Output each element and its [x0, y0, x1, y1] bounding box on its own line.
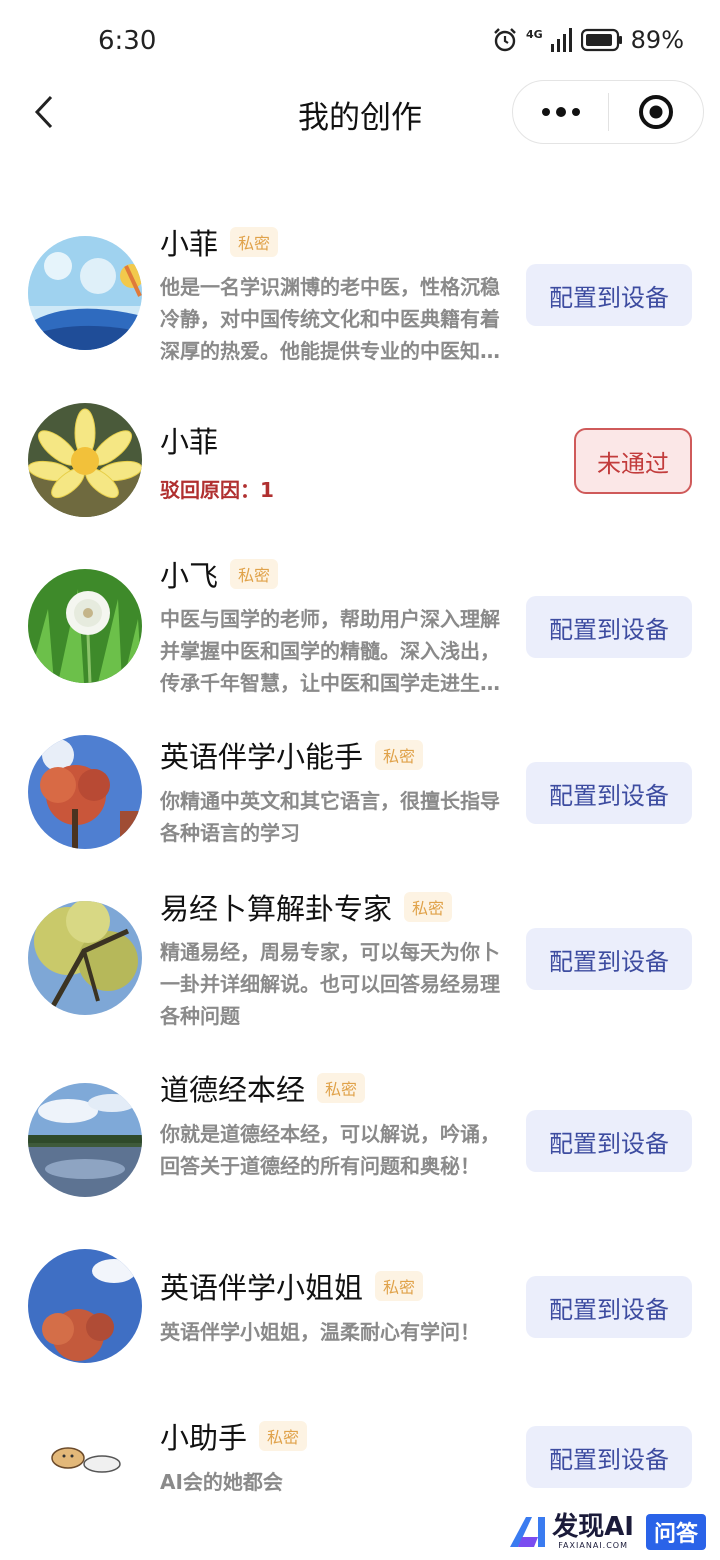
name-row: 英语伴学小能手 私密	[160, 733, 424, 777]
sky-tree-avatar	[28, 1249, 142, 1363]
lake-avatar	[28, 1083, 142, 1197]
nav-bar: 我的创作	[0, 80, 720, 144]
battery-percent: 89%	[630, 26, 684, 54]
config-to-device-button[interactable]: 配置到设备	[526, 762, 692, 824]
private-badge: 私密	[230, 559, 279, 589]
target-close-icon	[639, 95, 673, 129]
ai-logo-icon	[510, 1516, 546, 1547]
watermark-logo: 发现AI FAXIANAI.COM	[508, 1513, 634, 1550]
status-bar: 6:30 4G 89%	[0, 0, 720, 84]
red-tree-avatar	[28, 735, 142, 849]
more-dots-icon	[541, 107, 580, 117]
private-badge: 私密	[404, 892, 453, 922]
watermark-tag: 问答	[645, 1513, 706, 1550]
item-name: 小菲	[160, 227, 219, 261]
mini-program-capsule	[512, 80, 704, 144]
item-name: 小菲	[160, 425, 219, 459]
network-label: 4G	[525, 28, 543, 41]
item-name: 易经卜算解卦专家	[160, 892, 393, 926]
private-badge: 私密	[375, 740, 424, 770]
battery-icon	[580, 28, 623, 52]
alarm-icon	[492, 27, 518, 53]
config-to-device-button[interactable]: 配置到设备	[526, 1426, 692, 1488]
dandelion-avatar	[28, 569, 142, 683]
item-description: 他是一名学识渊博的老中医，性格沉稳冷静，对中国传统文化和中医典籍有着深厚的热爱。…	[160, 275, 500, 363]
status-icons: 4G 89%	[492, 26, 684, 54]
watermark: 发现AI FAXIANAI.COM 问答	[508, 1513, 706, 1550]
name-row: 易经卜算解卦专家 私密	[160, 885, 453, 929]
private-badge: 私密	[375, 1271, 424, 1301]
reject-reason: 驳回原因：1	[160, 478, 274, 502]
name-row: 小助手 私密	[160, 1414, 308, 1458]
name-row: 小菲	[160, 418, 218, 462]
signal-icon	[550, 28, 573, 52]
item-name: 小飞	[160, 559, 219, 593]
private-badge: 私密	[259, 1421, 308, 1451]
config-to-device-button[interactable]: 配置到设备	[526, 1110, 692, 1172]
name-row: 道德经本经 私密	[160, 1066, 366, 1110]
name-row: 小飞 私密	[160, 552, 279, 596]
config-to-device-button[interactable]: 配置到设备	[526, 596, 692, 658]
config-to-device-button[interactable]: 配置到设备	[526, 264, 692, 326]
config-to-device-button[interactable]: 配置到设备	[526, 1276, 692, 1338]
item-name: 英语伴学小姐姐	[160, 1271, 364, 1305]
item-name: 小助手	[160, 1421, 248, 1455]
close-button[interactable]	[609, 80, 703, 144]
private-badge: 私密	[230, 227, 279, 257]
item-description: 精通易经，周易专家，可以每天为你卜一卦并详细解说。也可以回答易经易理各种问题	[160, 940, 500, 1028]
rain-hill-avatar	[28, 236, 142, 350]
watermark-brand: 发现AI	[552, 1512, 634, 1542]
name-row: 小菲 私密	[160, 220, 279, 264]
cartoon-avatar	[28, 1400, 142, 1514]
lotus-avatar	[28, 403, 142, 517]
watermark-domain: FAXIANAI.COM	[558, 1541, 628, 1550]
private-badge: 私密	[317, 1073, 366, 1103]
item-description: 你精通中英文和其它语言，很擅长指导各种语言的学习	[160, 789, 500, 845]
item-name: 道德经本经	[160, 1073, 306, 1107]
item-description: AI会的她都会	[160, 1470, 283, 1494]
watermark-text: 发现AI FAXIANAI.COM	[552, 1513, 634, 1550]
rejected-status-button[interactable]: 未通过	[574, 428, 692, 494]
config-to-device-button[interactable]: 配置到设备	[526, 928, 692, 990]
item-name: 英语伴学小能手	[160, 740, 364, 774]
item-description: 你就是道德经本经，可以解说，吟诵，回答关于道德经的所有问题和奥秘！	[160, 1122, 500, 1178]
name-row: 英语伴学小姐姐 私密	[160, 1264, 424, 1308]
yellow-tree-avatar	[28, 901, 142, 1015]
more-button[interactable]	[513, 80, 608, 144]
item-description: 英语伴学小姐姐，温柔耐心有学问！	[160, 1320, 480, 1344]
status-time: 6:30	[98, 26, 157, 56]
item-description: 中医与国学的老师，帮助用户深入理解并掌握中医和国学的精髓。深入浅出，传承千年智慧…	[160, 607, 500, 695]
